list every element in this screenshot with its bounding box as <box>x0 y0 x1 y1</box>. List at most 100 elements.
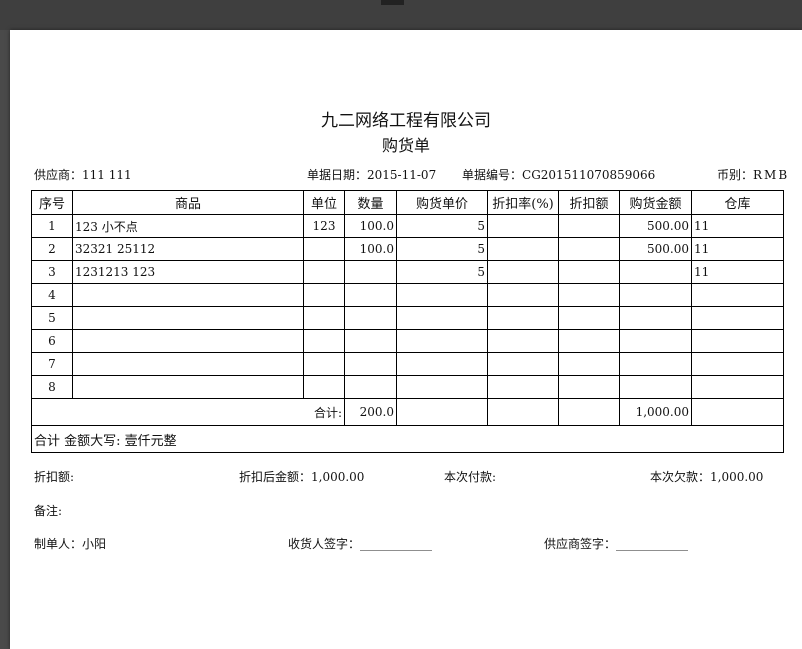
after-discount-amount: 折扣后金额：1,000.00 <box>239 470 365 484</box>
table-cell <box>396 306 488 330</box>
total-row: 合计: 200.0 1,000.00 <box>31 398 784 426</box>
table-cell <box>396 375 488 399</box>
table-cell <box>396 283 488 307</box>
table-cell: 6 <box>31 329 73 353</box>
supplier-signature: 供应商签字：____________ <box>544 537 689 551</box>
col-header: 折扣率(%) <box>487 190 559 215</box>
col-header: 商品 <box>72 190 304 215</box>
total-quantity: 200.0 <box>344 398 397 426</box>
table-cell: 100.0 <box>344 214 397 238</box>
total-cell <box>691 398 784 426</box>
toolbar-handle[interactable] <box>381 0 404 5</box>
table-row: 7 <box>31 352 784 376</box>
table-row: 2 32321 25112 100.0 5 500.00 11 <box>31 237 784 261</box>
table-row: 1 123 小不点 123 100.0 5 500.00 11 <box>31 214 784 238</box>
amount-in-words-row: 合计 金额大写: 壹仟元整 <box>31 425 784 453</box>
table-cell: 5 <box>396 260 488 284</box>
table-cell <box>619 329 692 353</box>
table-cell <box>303 306 345 330</box>
paid-amount: 本次付款: <box>444 470 497 484</box>
number-value: CG201511070859066 <box>522 168 656 182</box>
date-value: 2015-11-07 <box>367 168 437 182</box>
table-cell: 5 <box>396 237 488 261</box>
purchase-table: 序号 商品 单位 数量 购货单价 折扣率(%) 折扣额 购货金额 仓库 1 123… <box>31 190 784 453</box>
table-cell: 8 <box>31 375 73 399</box>
table-row: 8 <box>31 375 784 399</box>
table-cell <box>303 237 345 261</box>
table-cell <box>72 352 304 376</box>
table-cell <box>72 329 304 353</box>
table-cell: 500.00 <box>619 237 692 261</box>
table-cell: 123 <box>303 214 345 238</box>
currency-value: RMB <box>753 168 790 182</box>
col-header: 购货单价 <box>396 190 488 215</box>
table-cell: 5 <box>396 214 488 238</box>
table-cell <box>344 283 397 307</box>
table-cell <box>344 260 397 284</box>
supplier-label: 供应商： <box>34 168 83 182</box>
col-header: 单位 <box>303 190 345 215</box>
table-cell <box>558 237 620 261</box>
table-cell: 32321 25112 <box>72 237 304 261</box>
table-cell <box>72 375 304 399</box>
table-cell <box>619 352 692 376</box>
table-cell <box>558 352 620 376</box>
table-cell <box>303 283 345 307</box>
table-cell <box>558 283 620 307</box>
discount-label: 折扣额: <box>34 470 75 484</box>
table-cell <box>487 306 559 330</box>
table-cell <box>396 352 488 376</box>
table-cell: 1 <box>31 214 73 238</box>
table-cell <box>303 260 345 284</box>
remarks-label: 备注: <box>34 504 63 518</box>
total-cell <box>487 398 559 426</box>
table-cell <box>72 306 304 330</box>
amount-in-words-value: 壹仟元整 <box>124 433 177 449</box>
col-header: 折扣额 <box>558 190 620 215</box>
total-cell <box>558 398 620 426</box>
viewer-toolbar <box>0 0 802 30</box>
table-cell: 500.00 <box>619 214 692 238</box>
table-cell <box>303 375 345 399</box>
table-cell: 7 <box>31 352 73 376</box>
amount-in-words-label: 合计 金额大写: <box>34 433 121 449</box>
table-cell <box>487 283 559 307</box>
date-field: 单据日期：2015-11-07 <box>307 166 436 183</box>
table-cell <box>619 283 692 307</box>
table-cell: 1231213 123 <box>72 260 304 284</box>
col-header: 数量 <box>344 190 397 215</box>
amount-in-words: 合计 金额大写: 壹仟元整 <box>31 425 784 453</box>
supplier-value: 111 111 <box>82 168 132 182</box>
company-name: 九二网络工程有限公司 <box>321 111 491 131</box>
table-cell <box>344 352 397 376</box>
table-cell <box>691 306 784 330</box>
table-cell <box>303 329 345 353</box>
table-cell <box>619 260 692 284</box>
table-row: 5 <box>31 306 784 330</box>
table-cell <box>558 214 620 238</box>
col-header: 序号 <box>31 190 73 215</box>
receiver-signature: 收货人签字：____________ <box>288 537 433 551</box>
table-cell: 123 小不点 <box>72 214 304 238</box>
owed-amount: 本次欠款：1,000.00 <box>650 470 764 484</box>
maker-field: 制单人：小阳 <box>34 537 107 551</box>
table-cell: 5 <box>31 306 73 330</box>
table-cell <box>72 283 304 307</box>
table-cell <box>619 375 692 399</box>
table-row: 4 <box>31 283 784 307</box>
table-cell <box>691 352 784 376</box>
col-header: 仓库 <box>691 190 784 215</box>
table-cell: 4 <box>31 283 73 307</box>
table-cell <box>691 329 784 353</box>
col-header: 购货金额 <box>619 190 692 215</box>
table-cell <box>344 306 397 330</box>
document-title: 购货单 <box>381 136 430 155</box>
table-cell <box>487 214 559 238</box>
table-cell <box>487 329 559 353</box>
table-cell <box>691 375 784 399</box>
table-row: 3 1231213 123 5 11 <box>31 260 784 284</box>
table-cell: 11 <box>691 214 784 238</box>
currency-field: 币别：RMB <box>717 166 789 183</box>
table-cell <box>396 329 488 353</box>
table-header-row: 序号 商品 单位 数量 购货单价 折扣率(%) 折扣额 购货金额 仓库 <box>31 190 784 215</box>
